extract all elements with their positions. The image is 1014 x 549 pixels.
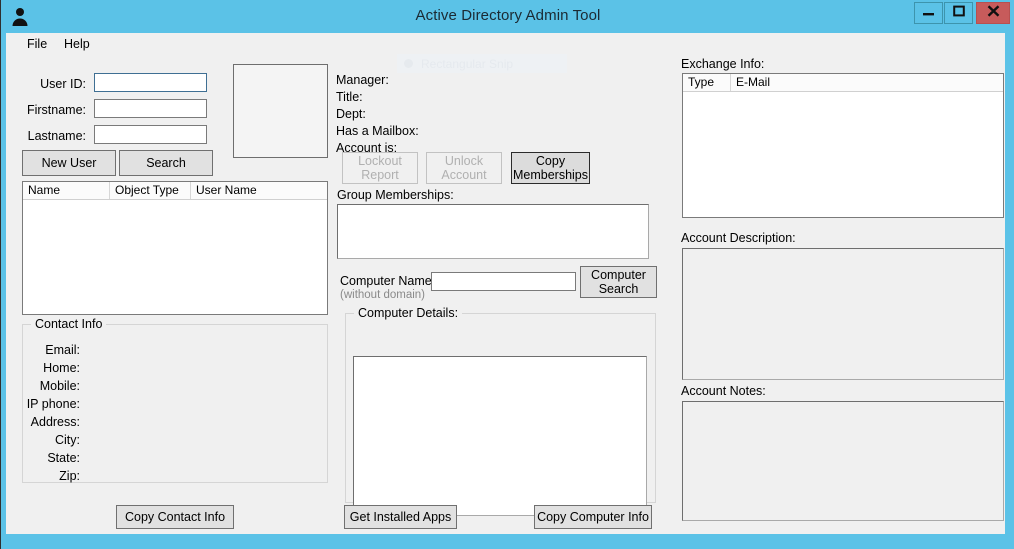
close-icon [987, 4, 1000, 22]
search-button[interactable]: Search [119, 150, 213, 176]
exchange-list-header: Type E-Mail [683, 74, 1003, 92]
column-header-object-type[interactable]: Object Type [110, 182, 191, 199]
contact-info-title: Contact Info [31, 317, 107, 331]
column-header-user-name[interactable]: User Name [191, 182, 328, 199]
dept-label: Dept: [336, 107, 366, 121]
computer-search-button[interactable]: Computer Search [580, 266, 657, 298]
account-notes-textarea[interactable] [682, 401, 1004, 521]
has-mailbox-label: Has a Mailbox: [336, 124, 419, 138]
computer-details-title: Computer Details: [354, 306, 463, 320]
minimize-button[interactable] [914, 2, 943, 24]
get-installed-apps-button[interactable]: Get Installed Apps [344, 505, 457, 529]
new-user-button[interactable]: New User [22, 150, 116, 176]
column-header-email[interactable]: E-Mail [731, 74, 1003, 91]
page-title: Active Directory Admin Tool [415, 7, 601, 24]
lastname-input[interactable] [94, 125, 207, 144]
application-window: Active Directory Admin Tool File Help Re… [0, 0, 1014, 549]
user-id-input[interactable] [94, 73, 207, 92]
group-memberships-label: Group Memberships: [337, 188, 454, 202]
firstname-label: Firstname: [26, 103, 86, 117]
account-description-title: Account Description: [681, 231, 796, 245]
exchange-info-title: Exchange Info: [681, 57, 765, 71]
computer-name-input[interactable] [431, 272, 576, 291]
camera-icon [404, 59, 413, 68]
lastname-label: Lastname: [27, 129, 86, 143]
ip-phone-label: IP phone: [26, 397, 80, 411]
computer-name-label: Computer Name: [340, 274, 436, 288]
copy-memberships-button[interactable]: Copy Memberships [511, 152, 590, 184]
zip-label: Zip: [59, 469, 80, 483]
menu-item-file[interactable]: File [22, 36, 52, 52]
column-header-name[interactable]: Name [23, 182, 110, 199]
rectangular-snip-overlay: Rectangular Snip [397, 54, 567, 73]
account-notes-title: Account Notes: [681, 384, 766, 398]
computer-details-textarea[interactable] [353, 356, 647, 516]
maximize-icon [952, 4, 965, 22]
title-bar: Active Directory Admin Tool [1, 0, 1014, 33]
copy-computer-info-button[interactable]: Copy Computer Info [534, 505, 652, 529]
minimize-icon [922, 4, 935, 22]
home-label: Home: [43, 361, 80, 375]
results-list-header: Name Object Type User Name [23, 182, 327, 200]
user-photo-placeholder [233, 64, 328, 158]
results-list[interactable]: Name Object Type User Name [22, 181, 328, 315]
rectangular-snip-label: Rectangular Snip [421, 56, 514, 71]
firstname-input[interactable] [94, 99, 207, 118]
account-description-textarea[interactable] [682, 248, 1004, 380]
user-id-label: User ID: [40, 77, 86, 91]
copy-contact-info-button[interactable]: Copy Contact Info [116, 505, 234, 529]
unlock-account-button[interactable]: Unlock Account [426, 152, 502, 184]
menu-item-help[interactable]: Help [59, 36, 95, 52]
maximize-button[interactable] [944, 2, 973, 24]
manager-label: Manager: [336, 73, 389, 87]
address-label: Address: [30, 415, 80, 429]
mobile-label: Mobile: [39, 379, 80, 393]
close-button[interactable] [976, 2, 1010, 24]
city-label: City: [55, 433, 80, 447]
lockout-report-button[interactable]: Lockout Report [342, 152, 418, 184]
column-header-type[interactable]: Type [683, 74, 731, 91]
email-label: Email: [45, 343, 80, 357]
computer-name-sublabel: (without domain) [340, 289, 426, 301]
client-area: File Help Rectangular Snip User ID: Firs… [6, 33, 1010, 539]
group-memberships-textarea[interactable] [337, 204, 649, 259]
exchange-info-list[interactable]: Type E-Mail [682, 73, 1004, 218]
menu-bar: File Help [6, 33, 1005, 55]
title-label: Title: [336, 90, 363, 104]
state-label: State: [47, 451, 80, 465]
